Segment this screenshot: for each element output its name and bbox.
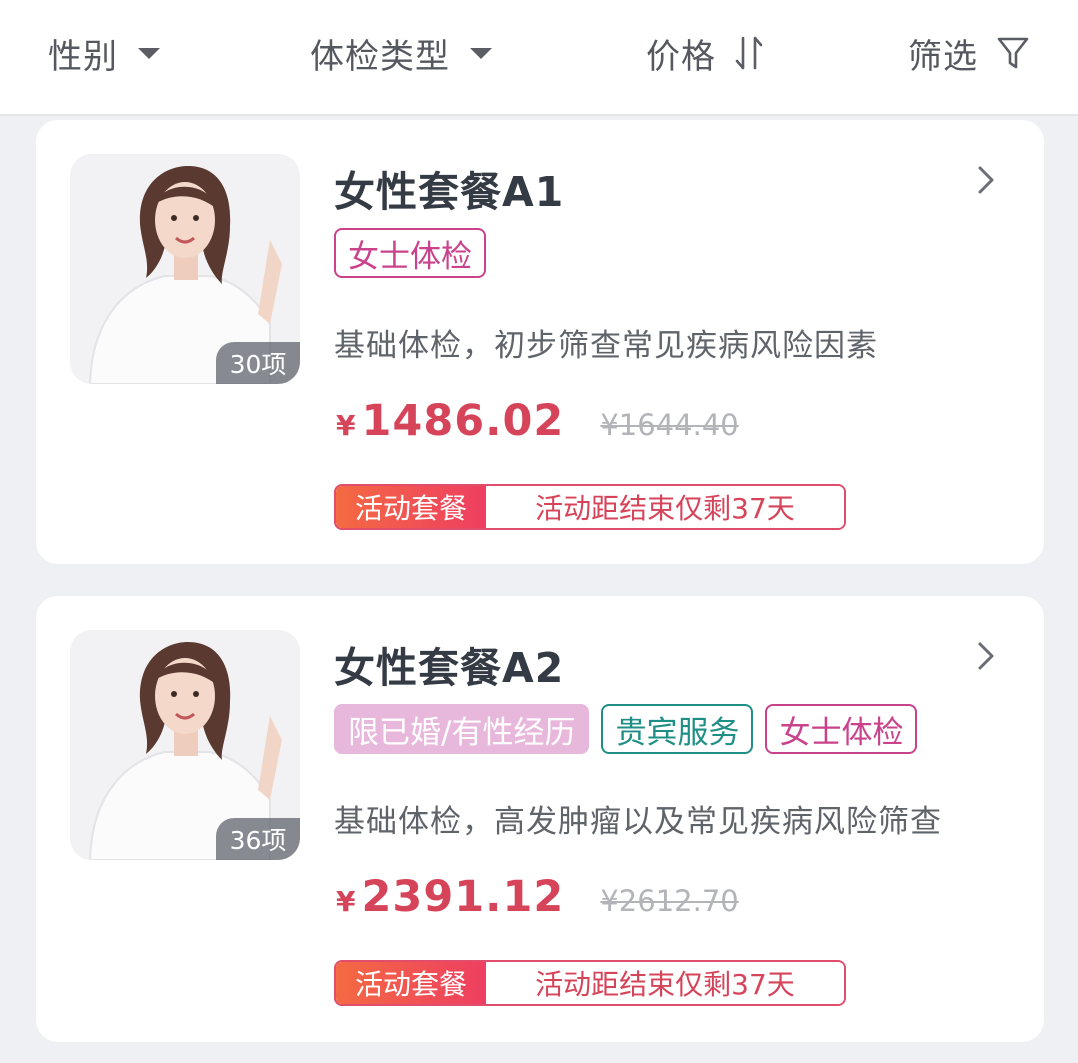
filter-gender-label: 性别 (48, 36, 118, 77)
tag-women-exam: 女士体检 (334, 228, 486, 278)
funnel-icon (996, 35, 1030, 71)
tag-married-only: 限已婚/有性经历 (334, 704, 590, 754)
package-image: 36项 (70, 630, 300, 860)
filter-price-label: 价格 (646, 36, 716, 77)
package-tags: 限已婚/有性经历 贵宾服务 女士体检 (334, 704, 918, 754)
filter-screen[interactable]: 筛选 (908, 30, 1030, 77)
sale-price: 2391.12 (361, 872, 565, 922)
filter-exam-type-label: 体检类型 (310, 36, 450, 77)
promo-countdown: 活动距结束仅剩37天 (486, 486, 844, 528)
chevron-right-icon[interactable] (968, 638, 1004, 674)
package-description: 基础体检，高发肿瘤以及常见疾病风险筛查 (334, 804, 942, 840)
item-count-badge: 30项 (216, 342, 300, 384)
filter-bar: 性别 体检类型 价格 筛选 (0, 0, 1078, 116)
promo-banner: 活动套餐 活动距结束仅剩37天 (334, 960, 846, 1006)
caret-down-icon (138, 47, 160, 59)
package-title[interactable]: 女性套餐A1 (334, 158, 564, 218)
package-image: 30项 (70, 154, 300, 384)
caret-down-icon (470, 47, 492, 59)
package-card[interactable]: 30项 女性套餐A1 女士体检 基础体检，初步筛查常见疾病风险因素 ¥ 1486… (36, 120, 1044, 564)
package-tags: 女士体检 (334, 228, 486, 278)
sale-price: 1486.02 (361, 396, 565, 446)
sort-icon (734, 34, 764, 72)
filter-gender[interactable]: 性别 (48, 30, 160, 77)
tag-women-exam: 女士体检 (765, 704, 918, 754)
original-price: ¥1644.40 (600, 408, 739, 442)
package-description: 基础体检，初步筛查常见疾病风险因素 (334, 328, 878, 364)
currency-symbol: ¥ (336, 885, 356, 918)
original-price: ¥2612.70 (600, 884, 739, 918)
promo-banner: 活动套餐 活动距结束仅剩37天 (334, 484, 846, 530)
chevron-right-icon[interactable] (968, 162, 1004, 198)
filter-price-sort[interactable]: 价格 (646, 30, 764, 77)
item-count-badge: 36项 (216, 818, 300, 860)
package-card[interactable]: 36项 女性套餐A2 限已婚/有性经历 贵宾服务 女士体检 基础体检，高发肿瘤以… (36, 596, 1044, 1042)
promo-label: 活动套餐 (336, 486, 486, 528)
currency-symbol: ¥ (336, 409, 356, 442)
promo-label: 活动套餐 (336, 962, 486, 1004)
price-row: ¥ 2391.12 ¥2612.70 (336, 872, 739, 922)
filter-exam-type[interactable]: 体检类型 (310, 30, 492, 77)
promo-countdown: 活动距结束仅剩37天 (486, 962, 844, 1004)
tag-vip-service: 贵宾服务 (601, 704, 754, 754)
filter-screen-label: 筛选 (908, 36, 978, 77)
package-title[interactable]: 女性套餐A2 (334, 634, 564, 694)
price-row: ¥ 1486.02 ¥1644.40 (336, 396, 739, 446)
